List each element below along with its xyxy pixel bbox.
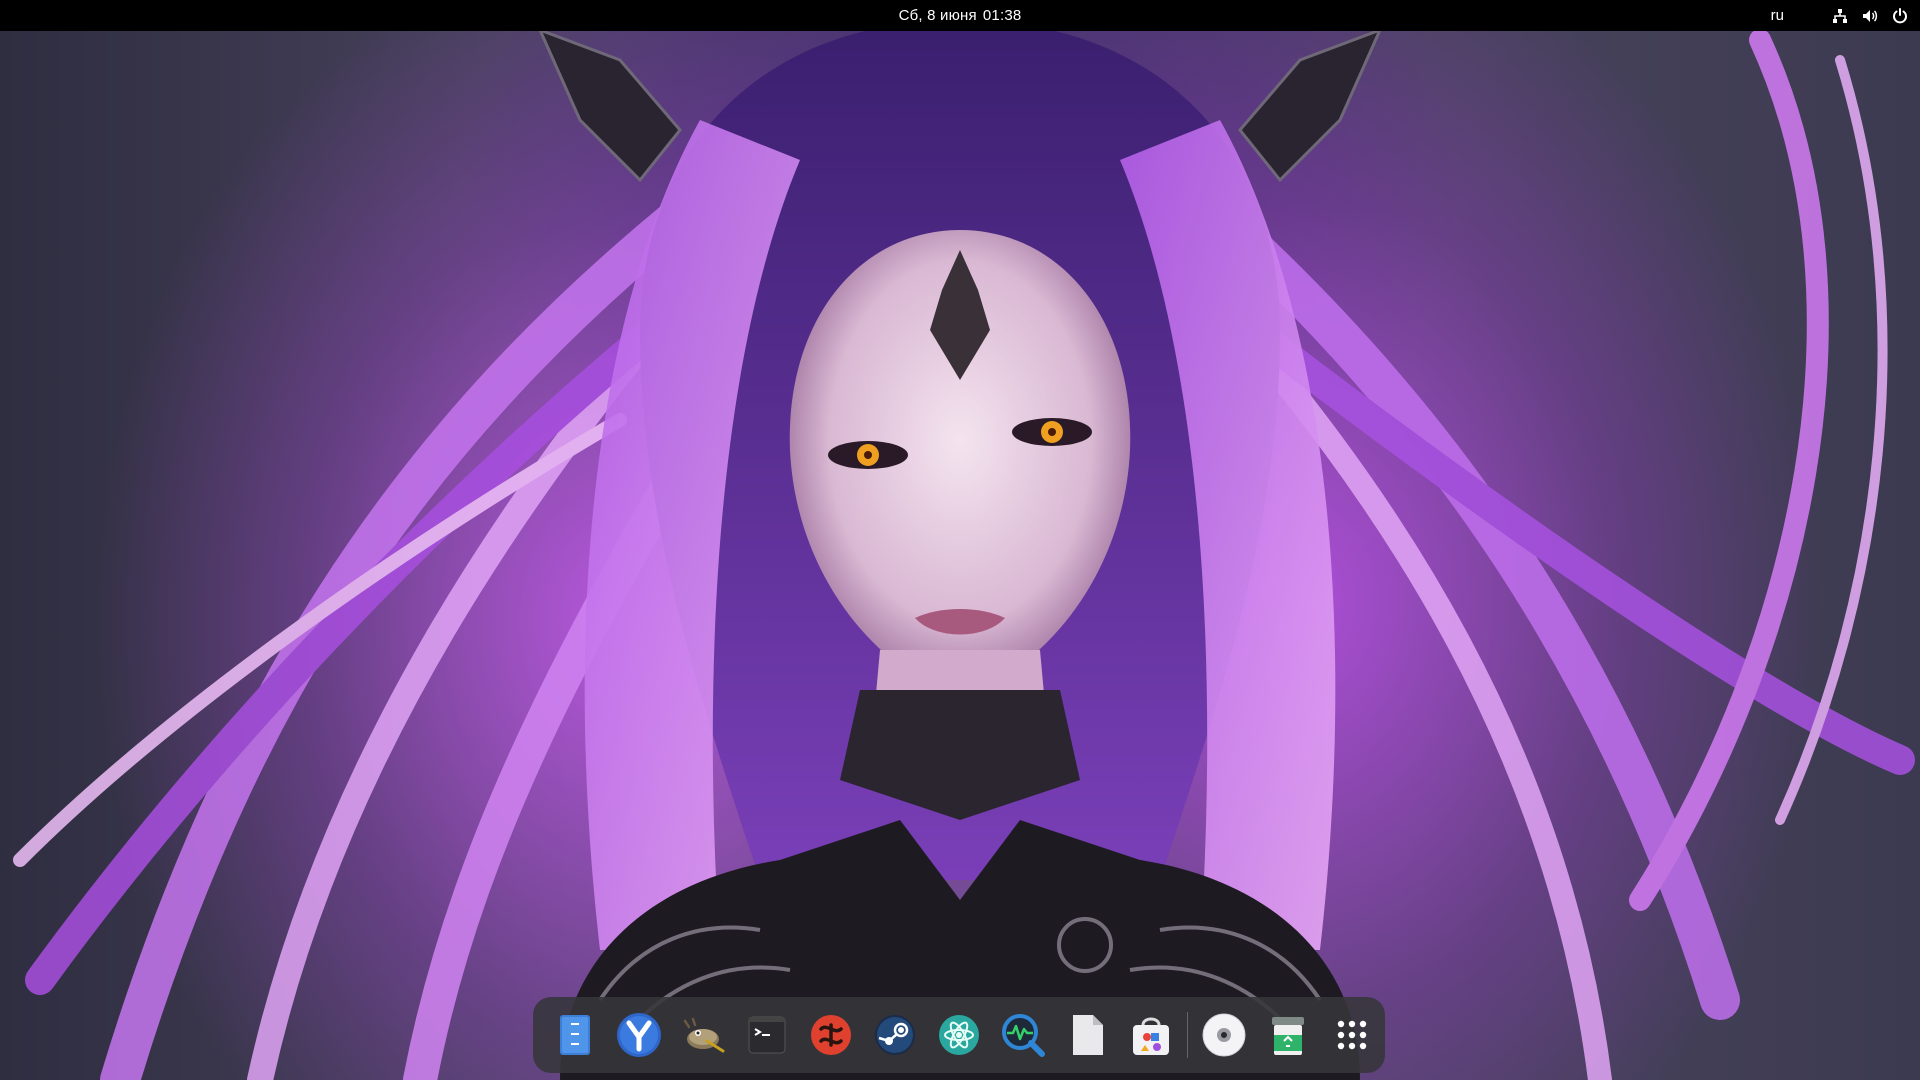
atom-icon <box>939 1015 979 1055</box>
dock-item-atom[interactable] <box>927 1003 991 1067</box>
date-label: Сб, 8 июня <box>898 7 977 24</box>
dock-item-steam[interactable] <box>863 1003 927 1067</box>
system-tray: ru <box>1771 0 1908 31</box>
system-monitor-icon <box>1002 1014 1045 1057</box>
top-bar: Сб, 8 июня 01:38 ru <box>0 0 1920 31</box>
dock-item-document[interactable] <box>1055 1003 1119 1067</box>
gimp-icon <box>683 1017 725 1053</box>
dock-item-files[interactable] <box>543 1003 607 1067</box>
typora-icon <box>811 1015 851 1055</box>
files-icon <box>560 1015 590 1055</box>
date-time-menu[interactable]: Сб, 8 июня 01:38 <box>0 0 1920 31</box>
dock-separator <box>1187 1012 1188 1058</box>
dock-item-system-monitor[interactable] <box>991 1003 1055 1067</box>
keyboard-layout-indicator[interactable]: ru <box>1771 7 1784 24</box>
desktop-wallpaper <box>0 0 1920 1080</box>
show-apps-icon <box>1337 1020 1367 1050</box>
dock-item-yandex-browser[interactable] <box>607 1003 671 1067</box>
time-label: 01:38 <box>982 7 1022 24</box>
software-store-icon <box>1133 1017 1169 1055</box>
network-wired-icon[interactable] <box>1832 8 1848 24</box>
text-document-icon <box>1073 1015 1103 1055</box>
dock-item-software[interactable] <box>1119 1003 1183 1067</box>
dock-item-terminal[interactable] <box>735 1003 799 1067</box>
dock-item-show-apps[interactable] <box>1320 1003 1384 1067</box>
steam-icon <box>875 1015 915 1055</box>
dock-item-typora[interactable] <box>799 1003 863 1067</box>
volume-icon[interactable] <box>1862 8 1878 24</box>
dock <box>533 997 1385 1073</box>
yandex-browser-icon <box>617 1013 661 1057</box>
wallpaper-art <box>13 20 1915 1080</box>
optical-disc-icon <box>1202 1013 1246 1057</box>
power-icon[interactable] <box>1892 7 1908 24</box>
trash-icon <box>1272 1017 1304 1055</box>
terminal-icon <box>748 1016 786 1054</box>
dock-item-gimp[interactable] <box>671 1003 735 1067</box>
dock-item-trash[interactable] <box>1256 1003 1320 1067</box>
dock-item-disc[interactable] <box>1192 1003 1256 1067</box>
